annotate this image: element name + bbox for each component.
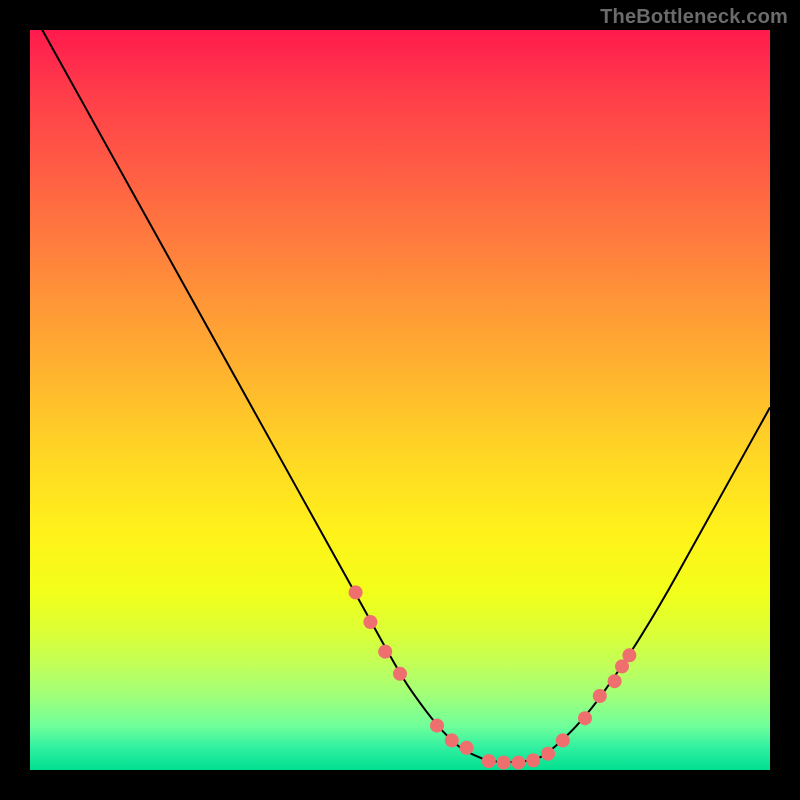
marker-dot (393, 667, 407, 681)
marker-dot (430, 719, 444, 733)
marker-dot (497, 756, 511, 770)
marker-dot (363, 615, 377, 629)
marker-dot (482, 754, 496, 768)
marker-dot (349, 585, 363, 599)
plot-area (30, 30, 770, 770)
marker-dot (622, 648, 636, 662)
marker-dot (578, 711, 592, 725)
marker-dot (608, 674, 622, 688)
marker-dot (526, 753, 540, 767)
marker-dot (460, 741, 474, 755)
marker-dot (556, 733, 570, 747)
marker-dot (541, 747, 555, 761)
highlight-markers (349, 585, 637, 769)
chart-frame: TheBottleneck.com (0, 0, 800, 800)
marker-dot (511, 756, 525, 770)
bottleneck-curve (30, 30, 770, 762)
marker-dot (445, 733, 459, 747)
curve-layer (30, 30, 770, 770)
marker-dot (378, 645, 392, 659)
watermark-text: TheBottleneck.com (600, 6, 788, 29)
marker-dot (593, 689, 607, 703)
